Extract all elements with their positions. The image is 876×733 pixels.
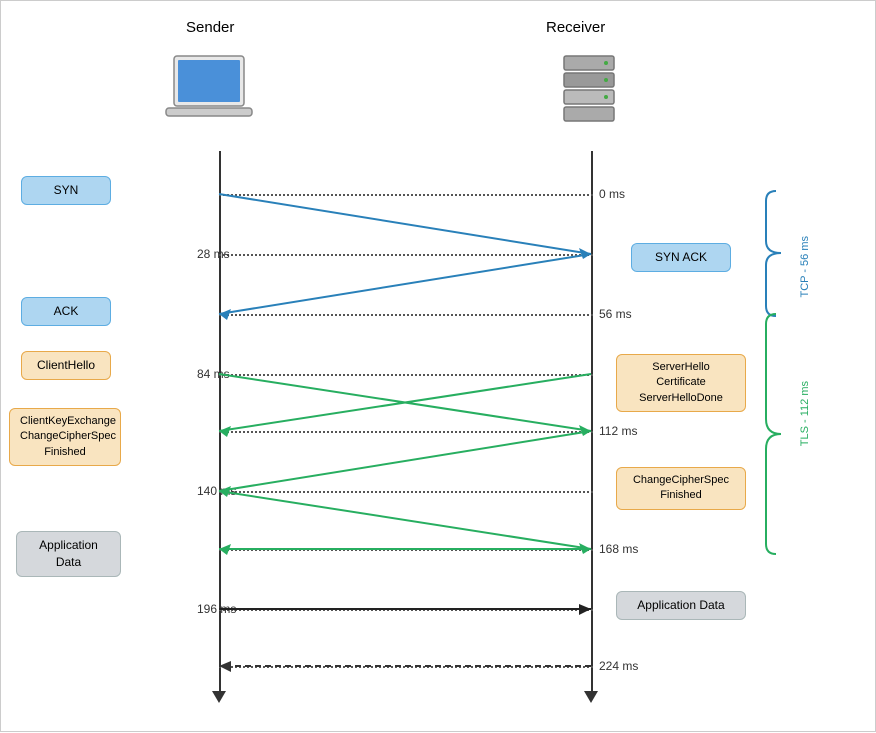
sender-timeline-arrow [212,691,226,703]
server-hello-box: ServerHelloCertificateServerHelloDone [616,354,746,412]
syn-ack-box: SYN ACK [631,243,731,272]
sender-label: Sender [186,19,234,36]
receiver-label: Receiver [546,19,605,36]
dotted-168ms [219,549,593,551]
ts-196ms: 196 ms [197,602,236,616]
change-cipher-box: ChangeCipherSpecFinished [616,467,746,510]
dotted-196ms [219,609,593,611]
app-data-sender-box: Application Data [16,531,121,577]
ack-box: ACK [21,297,111,326]
dotted-56ms [219,314,593,316]
app-data-receiver-box: Application Data [616,591,746,620]
ts-28ms: 28 ms [197,247,230,261]
ts-0ms: 0 ms [599,187,625,201]
sender-icon [164,51,254,131]
ts-112ms: 112 ms [599,424,637,438]
ts-140ms: 140 ms [197,484,236,498]
dotted-112ms [219,431,593,433]
dotted-140ms [219,491,593,493]
ts-84ms: 84 ms [197,367,230,381]
dotted-28ms [219,254,593,256]
receiver-timeline-arrow [584,691,598,703]
tls-label: TLS - 112 ms [799,381,811,446]
diagram-container: Sender Receiver [1,1,876,733]
ts-224ms: 224 ms [599,659,638,673]
client-hello-box: ClientHello [21,351,111,380]
tcp-label: TCP - 56 ms [799,236,811,298]
client-key-box: ClientKeyExchangeChangeCipherSpecFinishe… [9,408,121,466]
receiver-icon [549,51,629,131]
ts-168ms: 168 ms [599,542,638,556]
dotted-84ms [219,374,593,376]
ts-56ms: 56 ms [599,307,632,321]
receiver-timeline [591,151,593,696]
syn-box: SYN [21,176,111,205]
dotted-0ms [219,194,593,196]
dotted-224ms [219,666,593,668]
